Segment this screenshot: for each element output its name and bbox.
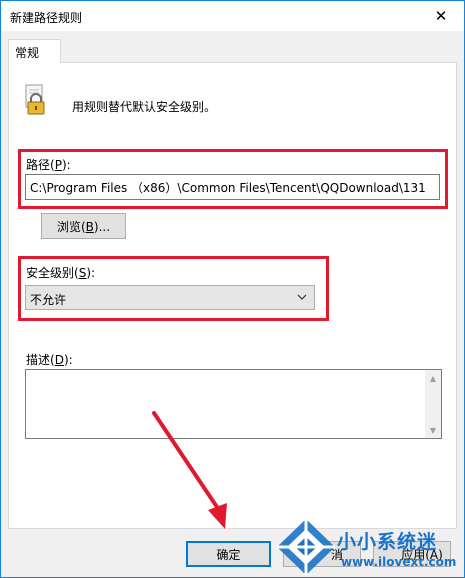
scroll-down-icon[interactable]: ▼ [425, 422, 441, 438]
close-icon: ✕ [434, 7, 448, 25]
security-level-value: 不允许 [30, 293, 67, 307]
description-scrollbar[interactable]: ▲ ▼ [425, 370, 441, 438]
ok-label: 确定 [216, 547, 241, 562]
lock-icon [25, 84, 45, 115]
title-bar: 新建路径规则 ✕ [1, 1, 464, 31]
watermark-logo-icon [277, 519, 335, 575]
scroll-up-icon[interactable]: ▲ [425, 370, 441, 386]
ok-button[interactable]: 确定 [186, 541, 271, 567]
close-button[interactable]: ✕ [418, 1, 464, 31]
watermark-title: 小小系统迷 [337, 531, 438, 553]
dialog-window: 新建路径规则 ✕ 常规 用规则替代默认安全级别。 路径(P): C:\Progr… [0, 0, 465, 578]
tab-general[interactable]: 常规 [8, 39, 61, 63]
browse-label: 浏览(B)... [56, 219, 111, 234]
chevron-down-icon [297, 294, 307, 300]
security-level-select[interactable]: 不允许 [25, 285, 315, 310]
path-label: 路径(P): [26, 158, 71, 172]
description-label: 描述(D): [26, 353, 73, 367]
rule-description: 用规则替代默认安全级别。 [72, 100, 217, 114]
window-title: 新建路径规则 [10, 11, 83, 25]
security-level-label: 安全级别(S): [26, 266, 96, 280]
tab-general-label: 常规 [15, 46, 40, 60]
watermark-url: www.ilovext.com [341, 555, 457, 569]
path-input[interactable]: C:\Program Files （x86）\Common Files\Tenc… [25, 174, 440, 200]
browse-button[interactable]: 浏览(B)... [41, 213, 126, 239]
description-textarea[interactable]: ▲ ▼ [25, 369, 442, 439]
watermark: 小小系统迷 www.ilovext.com [275, 517, 464, 577]
